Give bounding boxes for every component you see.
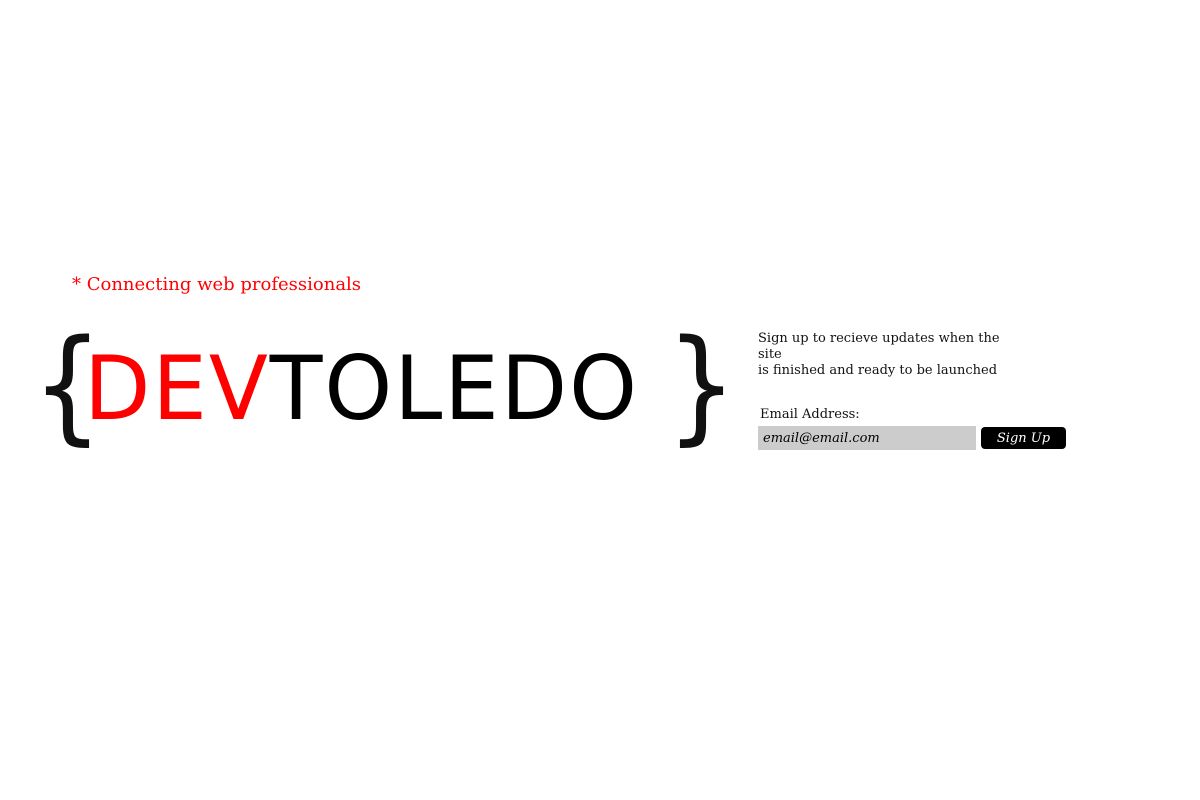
landing-page: * Connecting web professionals { DEVTOLE… [0, 0, 1200, 800]
devtoledo-logo: { DEVTOLEDO } [28, 316, 737, 461]
signup-form-row: Sign Up [758, 426, 1078, 450]
email-label: Email Address: [760, 407, 860, 422]
signup-description-line-2: is finished and ready to be launched [758, 363, 998, 378]
logo-right-brace: } [665, 314, 737, 458]
signup-description: Sign up to recieve updates when the site… [758, 331, 1018, 379]
logo-word-toledo: TOLEDO [269, 337, 639, 440]
signup-description-line-1: Sign up to recieve updates when the site [758, 331, 1000, 362]
signup-form: Sign up to recieve updates when the site… [758, 331, 1078, 450]
tagline: * Connecting web professionals [72, 274, 362, 295]
logo-wordmark: DEVTOLEDO [84, 334, 639, 444]
sign-up-button[interactable]: Sign Up [981, 427, 1066, 449]
logo-word-dev: DEV [84, 337, 270, 440]
email-input[interactable] [758, 426, 976, 450]
